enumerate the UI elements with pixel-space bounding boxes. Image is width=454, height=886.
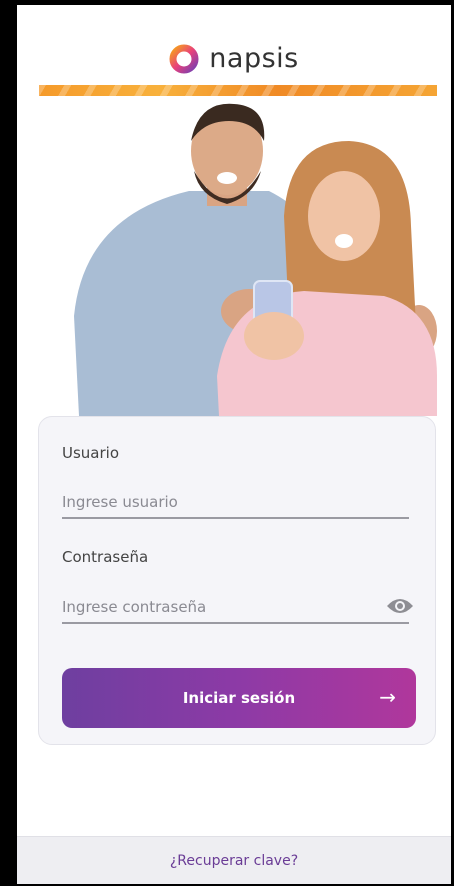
password-label: Contraseña <box>62 548 149 566</box>
napsis-logo-icon <box>169 44 199 73</box>
brand-name: napsis <box>209 43 299 74</box>
recover-password-link[interactable]: ¿Recuperar clave? <box>170 853 298 869</box>
app-screen: napsis Usuario Contraseña <box>17 5 451 884</box>
arrow-right-icon: → <box>379 685 396 709</box>
show-password-eye-icon[interactable] <box>385 595 415 617</box>
decorative-banner-strip <box>39 85 437 96</box>
login-button[interactable]: Iniciar sesión → <box>62 668 416 728</box>
username-label: Usuario <box>62 444 120 462</box>
password-input[interactable] <box>62 592 409 624</box>
login-card: Usuario Contraseña Iniciar sesión → <box>38 416 436 745</box>
hero-image <box>74 103 437 416</box>
brand-logo: napsis <box>17 43 451 74</box>
username-input[interactable] <box>62 487 409 519</box>
login-button-label: Iniciar sesión <box>182 689 296 707</box>
footer-bar: ¿Recuperar clave? <box>17 836 451 884</box>
